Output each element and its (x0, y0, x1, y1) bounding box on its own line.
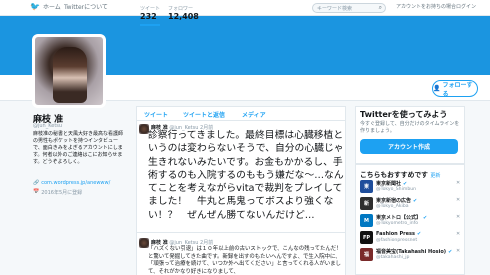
account-avatar: FP (360, 231, 373, 244)
profile-avatar[interactable] (32, 34, 106, 108)
tweet-text: 診察行ってきました。最終目標は心臓移植というのは変わらないそうで、自分の心臓じゃ… (148, 130, 344, 221)
stat-tweets-value: 232 (140, 12, 157, 21)
account-name-row: Fashion Press ✔ (376, 231, 421, 237)
account-handle: @Tokyometro_info (376, 221, 419, 226)
account-name-row: 福音美宝(Takahashi Hosio) ✔ (376, 248, 453, 256)
follow-button-label: フォローする (442, 81, 473, 98)
suggestions-title: こちらもおすすめです (360, 171, 428, 179)
search-placeholder: キーワード検索 (317, 6, 353, 12)
verified-icon: ✔ (403, 180, 408, 187)
nav-home-label: ホーム (42, 4, 61, 11)
tweet-header: 麻枝 准 @jun_Ketsu 2月前 (151, 239, 213, 246)
stat-followers-label: フォロワー (168, 6, 194, 12)
stat-followers-value: 12,408 (168, 12, 199, 21)
login-link[interactable]: アカウントをお持ちの場合ログイン (396, 3, 476, 10)
account-name: 東京メトロ【公式】 (376, 215, 422, 221)
account-avatar: 福 (360, 248, 373, 261)
account-name: 東京新宿の広告 (376, 198, 412, 204)
profile-link-text: com.wordpress.jp/anewww/ (41, 180, 111, 186)
account-name: 福音美宝(Takahashi Hosio) (376, 249, 447, 255)
nav-home[interactable]: 🐦 ホーム (30, 2, 61, 11)
profile-bio: 麻枝准の秘書と天風大好き最高な看護師の男性もポケットを持つインタビューで、面白き… (33, 131, 124, 165)
search-icon[interactable]: ⌕ (379, 4, 382, 12)
close-icon[interactable]: ✕ (456, 248, 460, 254)
stat-followers[interactable]: フォロワー 12,408 (168, 5, 199, 21)
close-icon[interactable]: ✕ (456, 180, 460, 186)
nav-about-label: Twitterについて (64, 4, 108, 11)
profile-joined-text: 2016年5月に登録 (41, 190, 83, 196)
close-icon[interactable]: ✕ (456, 214, 460, 220)
verified-icon: ✔ (448, 248, 453, 255)
tab-media[interactable]: メディア (242, 110, 266, 119)
signup-subtitle: 今すぐ登録して、自分だけのタイムラインを作りましょう。 (360, 121, 460, 134)
stat-tweets[interactable]: ツイート 232 (140, 5, 161, 26)
account-handle: @Tokyo_Shimbun (376, 187, 417, 192)
tweet-divider (136, 232, 346, 233)
account-name: 東京新聞社 (376, 181, 402, 187)
verified-icon: ✔ (413, 197, 418, 204)
suggestions-refresh[interactable]: 更新 (430, 173, 440, 179)
account-name-row: 東京新聞社 ✔ (376, 180, 408, 188)
tweet-text: 「ハズくない引退」は１０年以上前の古いストックで、こんなの残ってたんだ！と驚いて… (148, 246, 342, 275)
account-name-row: 東京メトロ【公式】 ✔ (376, 214, 428, 222)
create-account-button[interactable]: アカウント作成 (360, 139, 458, 154)
suggestions-header: こちらもおすすめです 更新 (360, 169, 440, 179)
profile-link[interactable]: 🔗 com.wordpress.jp/anewww/ (33, 180, 133, 186)
account-name-row: 東京新宿の広告 ✔ (376, 197, 418, 205)
stat-tweets-label: ツイート (140, 6, 161, 12)
suggested-account[interactable]: M 東京メトロ【公式】 ✔ @Tokyometro_info ✕ (360, 214, 460, 232)
tab-replies[interactable]: ツイートと返信 (183, 110, 225, 119)
signup-title: Twitterを使ってみよう (360, 110, 448, 119)
top-nav: 🐦 ホーム Twitterについて キーワード検索 ⌕ アカウントをお持ちの場合… (0, 0, 490, 16)
close-icon[interactable]: ✕ (456, 231, 460, 237)
suggested-account[interactable]: FP Fashion Press ✔ @fashionpressnet ✕ (360, 231, 460, 249)
account-avatar: 新 (360, 197, 373, 210)
tab-tweets[interactable]: ツイート (144, 110, 168, 119)
account-handle: @fashionpressnet (376, 238, 418, 243)
nav-about[interactable]: Twitterについて (64, 2, 108, 11)
verified-icon: ✔ (423, 214, 428, 221)
account-avatar: 東 (360, 180, 373, 193)
follow-button[interactable]: 👤 フォローする (432, 80, 478, 98)
account-handle: @takahashi_jp (376, 255, 410, 260)
link-icon: 🔗 (33, 180, 40, 186)
verified-icon: ✔ (416, 231, 422, 237)
timeline-tabs: ツイート ツイートと返信 メディア (136, 106, 346, 120)
account-name: Fashion Press (376, 231, 415, 237)
profile-joined: 📅 2016年5月に登録 (33, 189, 82, 196)
account-avatar: M (360, 214, 373, 227)
suggested-account[interactable]: 新 東京新宿の広告 ✔ @Tokyo_Akiba ✕ (360, 197, 460, 215)
profile-handle: @jun_Ketsu (33, 123, 63, 129)
login-link-text: アカウントをお持ちの場合ログイン (396, 4, 477, 10)
calendar-icon: 📅 (33, 189, 40, 195)
search-input[interactable]: キーワード検索 ⌕ (312, 3, 386, 13)
twitter-bird-icon: 🐦 (30, 1, 40, 11)
suggested-account[interactable]: 福 福音美宝(Takahashi Hosio) ✔ @takahashi_jp … (360, 248, 460, 266)
suggested-account[interactable]: 東 東京新聞社 ✔ @Tokyo_Shimbun ✕ (360, 180, 460, 198)
close-icon[interactable]: ✕ (456, 197, 460, 203)
avatar-photo (53, 47, 87, 103)
follow-person-icon: 👤 (433, 85, 441, 92)
account-handle: @Tokyo_Akiba (376, 204, 409, 209)
